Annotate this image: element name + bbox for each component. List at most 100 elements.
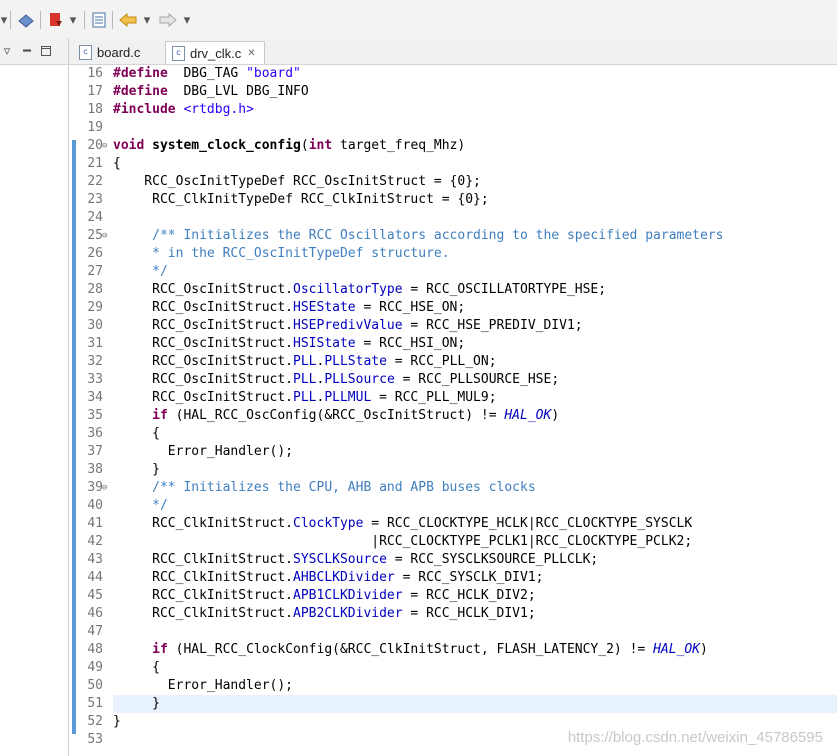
code-text: RCC_ClkInitStruct.AHBCLKDivider = RCC_SY… xyxy=(113,569,543,587)
code-line[interactable]: 43 RCC_ClkInitStruct.SYSCLKSource = RCC_… xyxy=(69,551,837,569)
tab-label: drv_clk.c xyxy=(190,45,242,61)
code-text: */ xyxy=(113,497,168,515)
code-text: } xyxy=(113,461,160,479)
tab-board-c[interactable]: c board.c xyxy=(73,41,163,64)
code-line[interactable]: 42 |RCC_CLOCKTYPE_PCLK1|RCC_CLOCKTYPE_PC… xyxy=(69,533,837,551)
code-line[interactable]: 49 { xyxy=(69,659,837,677)
code-line[interactable]: 28 RCC_OscInitStruct.OscillatorType = RC… xyxy=(69,281,837,299)
code-line[interactable]: 25 ⊖ /** Initializes the RCC Oscillators … xyxy=(69,227,837,245)
code-line[interactable]: 31 RCC_OscInitStruct.HSIState = RCC_HSI_… xyxy=(69,335,837,353)
code-token: RCC_OscInitStruct. xyxy=(113,354,294,369)
line-number: 23 xyxy=(87,192,103,207)
code-token: "board" xyxy=(246,66,301,81)
fold-toggle-icon[interactable]: ⊖ xyxy=(102,227,107,245)
line-number: 25 xyxy=(87,228,103,243)
tab-drv-clk-c[interactable]: c drv_clk.c ✕ xyxy=(165,41,265,64)
code-line[interactable]: 50 Error_Handler(); xyxy=(69,677,837,695)
code-line[interactable]: 21 { xyxy=(69,155,837,173)
line-number: 21 xyxy=(87,156,103,171)
code-token: void xyxy=(113,138,145,153)
code-token: * in the RCC_OscInitTypeDef structure. xyxy=(113,246,450,261)
code-line[interactable]: 19 xyxy=(69,119,837,137)
maximize-icon[interactable] xyxy=(40,41,52,61)
back-dropdown-arrow[interactable]: ▾ xyxy=(142,10,152,30)
code-line[interactable]: 39 ⊖ /** Initializes the CPU, AHB and APB… xyxy=(69,479,837,497)
code-token: if xyxy=(152,408,168,423)
code-token: AHBCLKDivider xyxy=(293,570,395,585)
code-line[interactable]: 20 ⊖ void system_clock_config(int target_f… xyxy=(69,137,837,155)
c-file-icon: c xyxy=(79,45,92,60)
code-token: RCC_ClkInitStruct. xyxy=(113,588,294,603)
line-number: 28 xyxy=(87,282,103,297)
code-line[interactable]: 51 } xyxy=(69,695,837,713)
line-number: 42 xyxy=(87,534,103,549)
back-arrow-icon[interactable] xyxy=(118,10,138,30)
code-token: = RCC_PLL_MUL9; xyxy=(371,390,497,405)
line-number: 20 xyxy=(87,138,103,153)
minimize-icon[interactable]: ━ xyxy=(22,41,32,61)
code-line[interactable]: 41 RCC_ClkInitStruct.ClockType = RCC_CLO… xyxy=(69,515,837,533)
code-token: PLL xyxy=(293,372,317,387)
code-line[interactable]: 36 { xyxy=(69,425,837,443)
code-text: RCC_OscInitStruct.PLL.PLLMUL = RCC_PLL_M… xyxy=(113,389,497,407)
code-token: PLL xyxy=(293,390,317,405)
fold-toggle-icon[interactable]: ⊖ xyxy=(102,137,107,155)
code-line[interactable]: 37 Error_Handler(); xyxy=(69,443,837,461)
line-number: 32 xyxy=(87,354,103,369)
line-number: 18 xyxy=(87,102,103,117)
code-line[interactable]: 24 xyxy=(69,209,837,227)
code-token: = RCC_HSI_ON; xyxy=(355,336,466,351)
save-icon[interactable] xyxy=(90,10,108,30)
code-line[interactable]: 22 RCC_OscInitTypeDef RCC_OscInitStruct … xyxy=(69,173,837,191)
forward-dropdown-arrow[interactable]: ▾ xyxy=(182,10,192,30)
forward-arrow-icon[interactable] xyxy=(158,10,178,30)
line-number: 37 xyxy=(87,444,103,459)
toolbar-separator xyxy=(112,11,113,29)
code-text: #define DBG_TAG "board" xyxy=(113,65,301,83)
view-menu-icon[interactable]: ▿ xyxy=(2,41,12,61)
close-icon[interactable]: ✕ xyxy=(247,48,255,59)
run-icon[interactable] xyxy=(46,10,66,30)
build-icon[interactable] xyxy=(16,10,36,30)
code-token: PLLSource xyxy=(324,372,395,387)
code-line[interactable]: 44 RCC_ClkInitStruct.AHBCLKDivider = RCC… xyxy=(69,569,837,587)
code-text: if (HAL_RCC_OscConfig(&RCC_OscInitStruct… xyxy=(113,407,559,425)
code-line[interactable]: 35 if (HAL_RCC_OscConfig(&RCC_OscInitStr… xyxy=(69,407,837,425)
code-text: RCC_OscInitStruct.PLL.PLLSource = RCC_PL… xyxy=(113,371,559,389)
code-token: } xyxy=(113,696,160,711)
toolbar-dropdown-arrow[interactable]: ▾ xyxy=(0,10,8,30)
code-line[interactable]: 33 RCC_OscInitStruct.PLL.PLLSource = RCC… xyxy=(69,371,837,389)
line-number: 34 xyxy=(87,390,103,405)
code-line[interactable]: 16 #define DBG_TAG "board" xyxy=(69,65,837,83)
code-line[interactable]: 23 RCC_ClkInitTypeDef RCC_ClkInitStruct … xyxy=(69,191,837,209)
code-line[interactable]: 26 * in the RCC_OscInitTypeDef structure… xyxy=(69,245,837,263)
run-dropdown-arrow[interactable]: ▾ xyxy=(68,10,78,30)
code-line[interactable]: 32 RCC_OscInitStruct.PLL.PLLState = RCC_… xyxy=(69,353,837,371)
code-token: DBG_TAG xyxy=(167,66,247,81)
code-token: = RCC_SYSCLKSOURCE_PLLCLK; xyxy=(386,552,599,567)
code-line[interactable]: 46 RCC_ClkInitStruct.APB2CLKDivider = RC… xyxy=(69,605,837,623)
line-number: 46 xyxy=(87,606,103,621)
code-line[interactable]: 29 RCC_OscInitStruct.HSEState = RCC_HSE_… xyxy=(69,299,837,317)
code-token: RCC_ClkInitStruct. xyxy=(113,570,294,585)
code-text: #include <rtdbg.h> xyxy=(113,101,254,119)
code-line[interactable]: 45 RCC_ClkInitStruct.APB1CLKDivider = RC… xyxy=(69,587,837,605)
code-token: system_clock_config xyxy=(152,138,301,153)
code-line[interactable]: 48 if (HAL_RCC_ClockConfig(&RCC_ClkInitS… xyxy=(69,641,837,659)
code-line[interactable]: 47 xyxy=(69,623,837,641)
code-editor[interactable]: 16 #define DBG_TAG "board" 17 #define DBG_L… xyxy=(69,65,837,756)
code-token: = RCC_HCLK_DIV1; xyxy=(402,606,536,621)
line-number: 17 xyxy=(87,84,103,99)
line-number: 31 xyxy=(87,336,103,351)
code-line[interactable]: 18 #include <rtdbg.h> xyxy=(69,101,837,119)
code-line[interactable]: 34 RCC_OscInitStruct.PLL.PLLMUL = RCC_PL… xyxy=(69,389,837,407)
code-line[interactable]: 40 */ xyxy=(69,497,837,515)
code-line[interactable]: 30 RCC_OscInitStruct.HSEPredivValue = RC… xyxy=(69,317,837,335)
code-line[interactable]: 38 } xyxy=(69,461,837,479)
code-line[interactable]: 17 #define DBG_LVL DBG_INFO xyxy=(69,83,837,101)
fold-toggle-icon[interactable]: ⊖ xyxy=(102,479,107,497)
code-token: = RCC_HCLK_DIV2; xyxy=(402,588,536,603)
code-line[interactable]: 27 */ xyxy=(69,263,837,281)
current-line-highlight: } xyxy=(113,695,837,713)
